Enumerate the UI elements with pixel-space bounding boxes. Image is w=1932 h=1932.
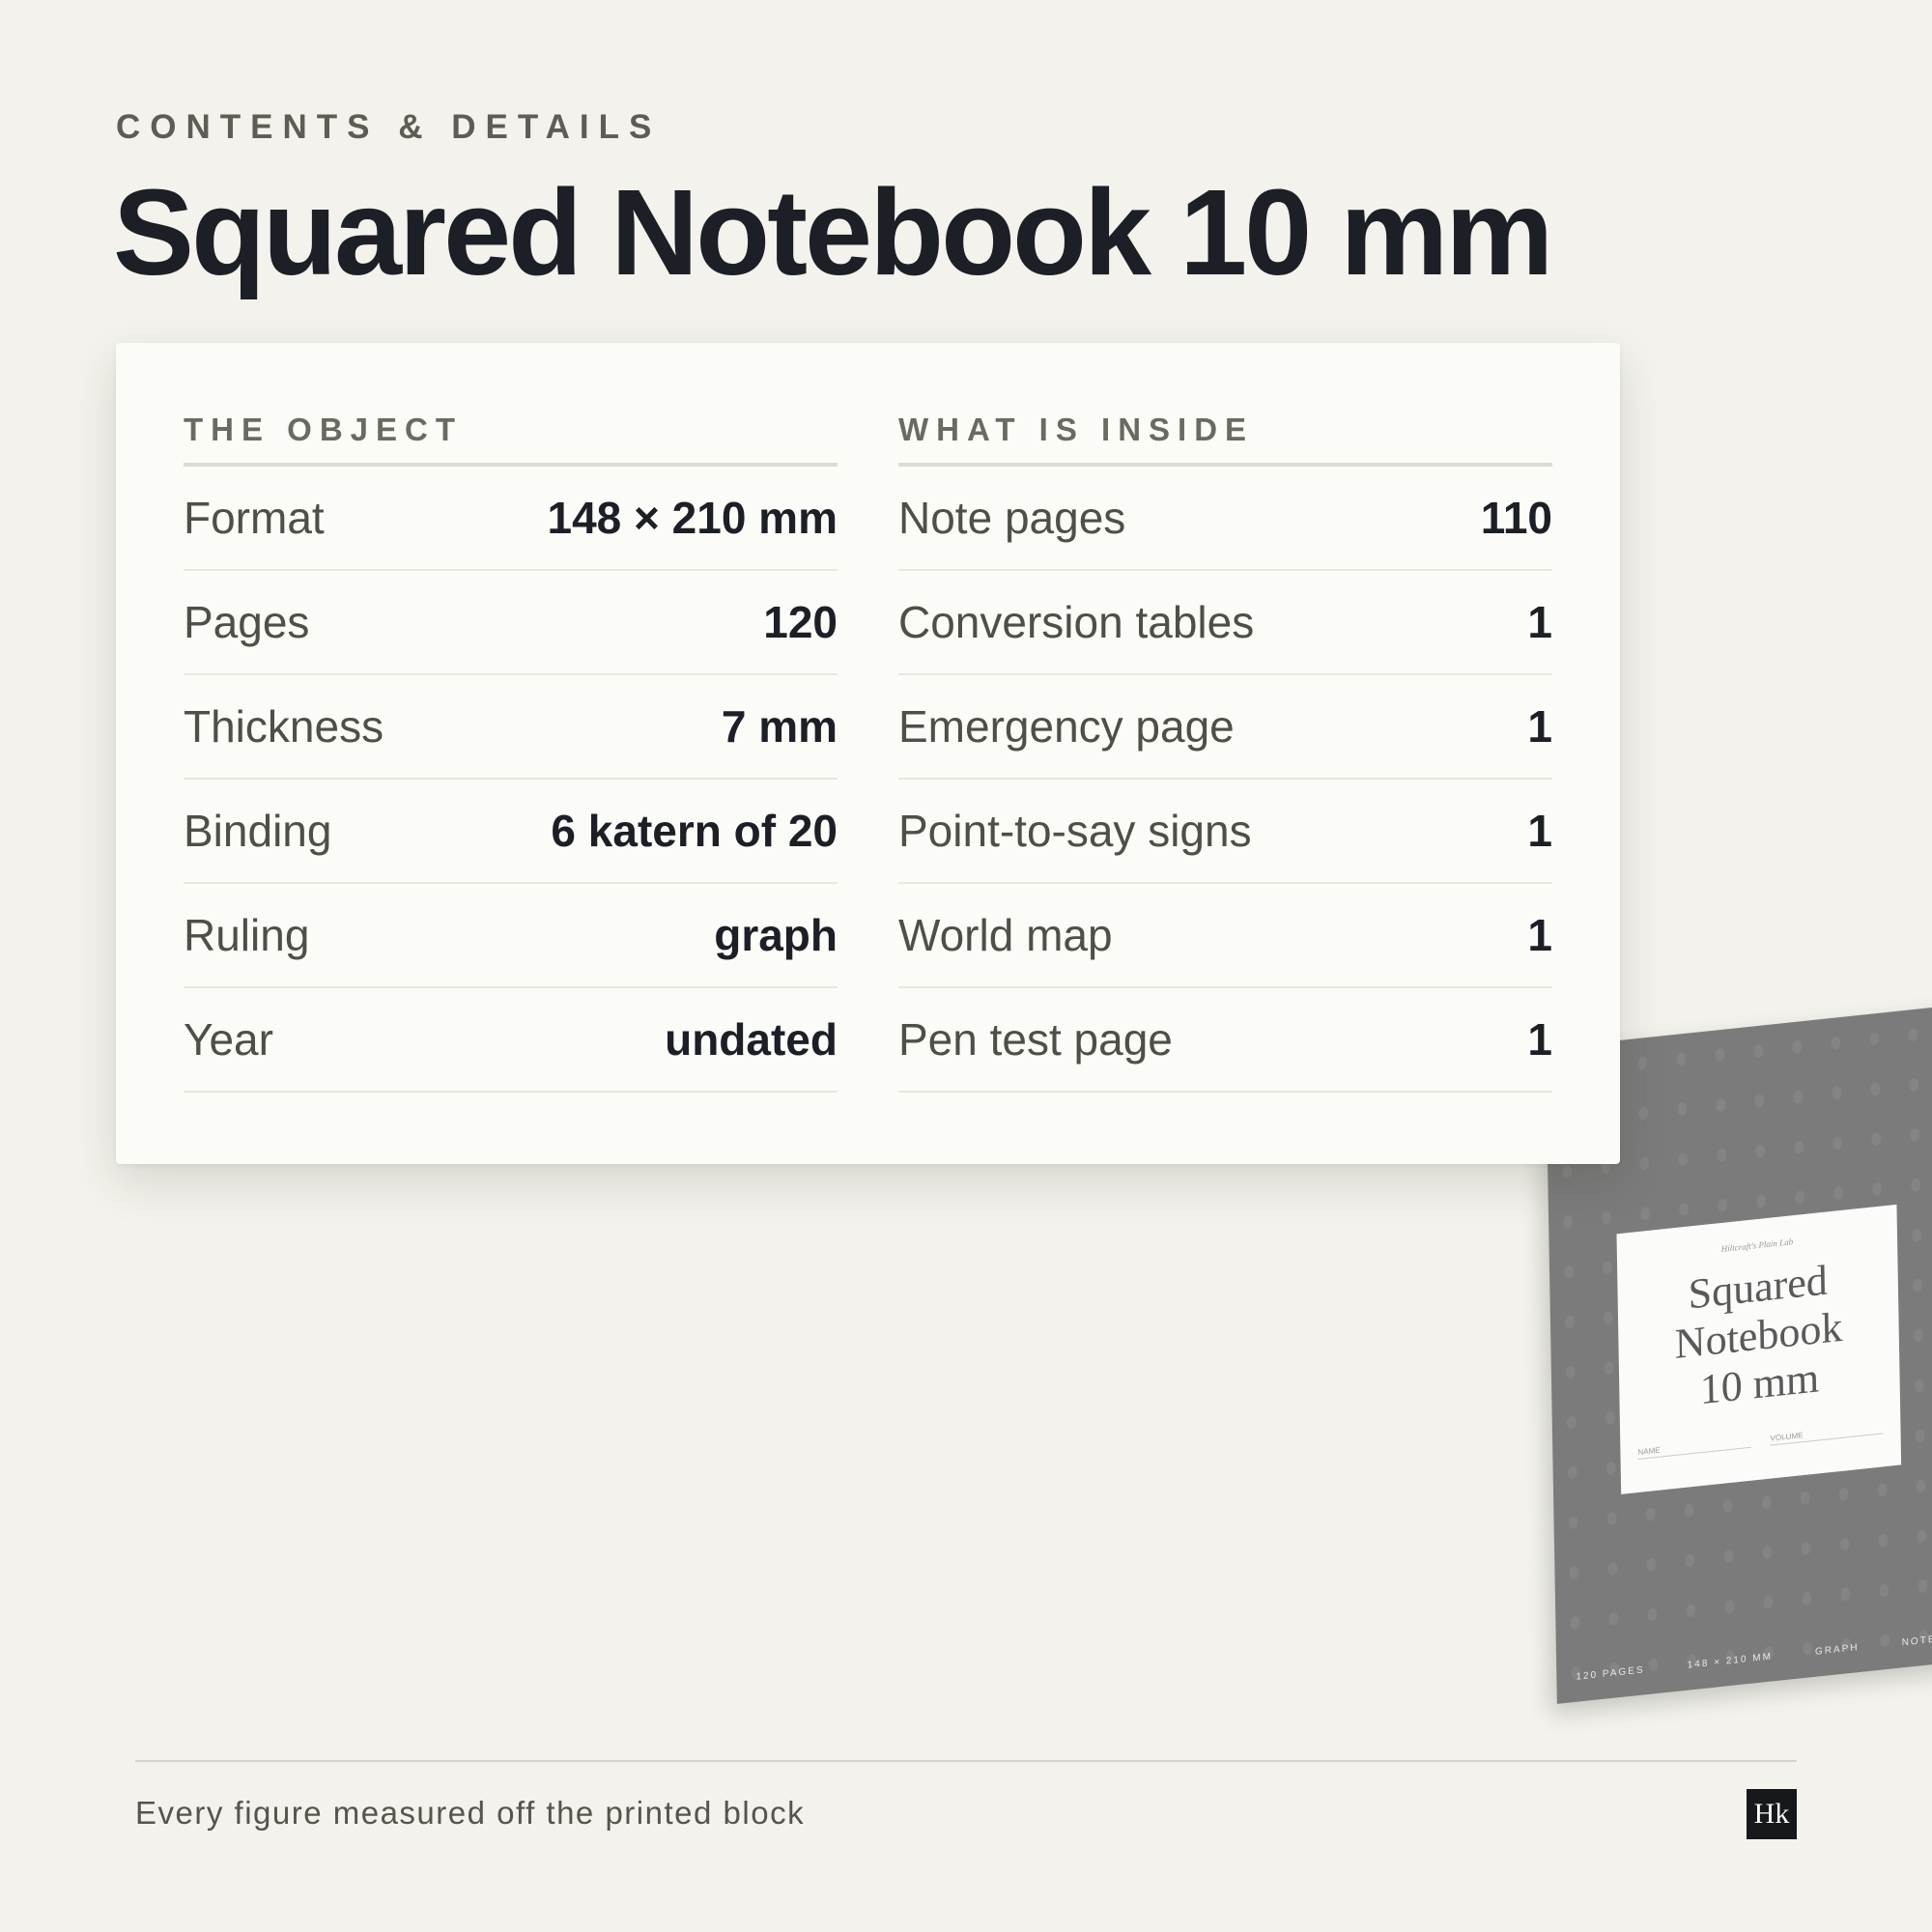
- row-label: World map: [898, 910, 1113, 960]
- brand-logo: Hk: [1747, 1789, 1797, 1839]
- row-label: Point-to-say signs: [898, 806, 1252, 856]
- row-value: 120: [763, 597, 838, 647]
- row-label: Pages: [184, 597, 310, 647]
- row-label: Pen test page: [898, 1014, 1173, 1065]
- inside-column: WHAT IS INSIDE Note pages 110 Conversion…: [898, 403, 1552, 1093]
- cover-field-name: NAME: [1637, 1435, 1751, 1461]
- row-value: 148 × 210 mm: [547, 493, 838, 543]
- footer-caption: Every figure measured off the printed bl…: [135, 1795, 806, 1831]
- row-label: Format: [184, 493, 325, 543]
- row-label: Conversion tables: [898, 597, 1255, 647]
- row-value: undated: [665, 1014, 838, 1065]
- table-row: Point-to-say signs 1: [898, 780, 1552, 884]
- inside-heading: WHAT IS INSIDE: [898, 403, 1552, 467]
- footer-divider: [135, 1760, 1797, 1762]
- row-value: graph: [714, 910, 838, 960]
- object-column: THE OBJECT Format 148 × 210 mm Pages 120…: [184, 403, 838, 1093]
- table-row: Emergency page 1: [898, 675, 1552, 780]
- cover-title: Squared Notebook 10 mm: [1617, 1249, 1900, 1423]
- row-value: 1: [1527, 910, 1552, 960]
- row-label: Ruling: [184, 910, 310, 960]
- row-value: 110: [1480, 493, 1552, 543]
- table-row: World map 1: [898, 884, 1552, 988]
- table-row: Format 148 × 210 mm: [184, 467, 838, 571]
- table-row: Conversion tables 1: [898, 571, 1552, 675]
- row-value: 1: [1527, 806, 1552, 856]
- row-value: 6 katern of 20: [551, 806, 838, 856]
- cover-fields: NAME VOLUME: [1637, 1422, 1884, 1461]
- row-value: 1: [1527, 701, 1552, 752]
- row-value: 1: [1527, 1014, 1552, 1065]
- page-title: Squared Notebook 10 mm: [113, 164, 1553, 300]
- row-label: Binding: [184, 806, 332, 856]
- row-label: Year: [184, 1014, 273, 1065]
- row-value: 7 mm: [721, 701, 838, 752]
- table-row: Year undated: [184, 988, 838, 1093]
- cover-label: Hiltcraft's Plain Lab Squared Notebook 1…: [1616, 1204, 1902, 1494]
- table-row: Pages 120: [184, 571, 838, 675]
- row-label: Thickness: [184, 701, 384, 752]
- row-label: Emergency page: [898, 701, 1235, 752]
- table-row: Note pages 110: [898, 467, 1552, 571]
- row-value: 1: [1527, 597, 1552, 647]
- eyebrow-label: CONTENTS & DETAILS: [116, 108, 662, 146]
- table-row: Pen test page 1: [898, 988, 1552, 1093]
- table-row: Ruling graph: [184, 884, 838, 988]
- row-label: Note pages: [898, 493, 1126, 543]
- table-row: Thickness 7 mm: [184, 675, 838, 780]
- cover-field-volume: VOLUME: [1770, 1422, 1884, 1446]
- table-row: Binding 6 katern of 20: [184, 780, 838, 884]
- object-heading: THE OBJECT: [184, 403, 838, 467]
- details-card: THE OBJECT Format 148 × 210 mm Pages 120…: [116, 343, 1620, 1164]
